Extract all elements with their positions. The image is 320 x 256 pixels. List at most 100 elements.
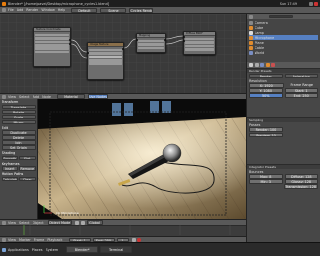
mesh-icon (249, 35, 253, 40)
outliner-item[interactable]: World (249, 50, 318, 55)
timeline-ruler (0, 225, 246, 235)
output-socket[interactable] (122, 48, 125, 51)
lamp-icon (249, 30, 253, 35)
output-socket[interactable] (164, 39, 167, 42)
resolution-y-field[interactable]: Y: 1080 (249, 88, 283, 93)
node-diffuse-bsdf[interactable]: Diffuse BSDF (182, 31, 216, 55)
set-origin-button[interactable]: Set Origin (1, 145, 36, 150)
animation-button[interactable]: Animation (284, 73, 318, 79)
rendered-scene (38, 99, 246, 219)
pivot-icon[interactable] (80, 220, 85, 225)
3d-view-icon[interactable] (2, 220, 6, 225)
render-button[interactable]: Render (249, 73, 283, 79)
window-light (112, 103, 121, 116)
view3d-menu-select[interactable]: Select (19, 221, 29, 225)
passes-label: Passes (249, 122, 261, 127)
clear-paths-button[interactable]: Clear (19, 176, 36, 181)
properties-editor: Render Presets Render Animation Resoluti… (246, 62, 320, 242)
join-button[interactable]: Join (1, 140, 36, 145)
menu-add[interactable]: Add (17, 8, 24, 12)
node-image-texture[interactable]: Image Texture (86, 42, 125, 80)
node-menu-select[interactable]: Select (19, 95, 29, 99)
frame-range-label: Frame Range (290, 83, 313, 88)
insert-keyframe-button[interactable]: Insert (1, 166, 18, 171)
translate-button[interactable]: Translate (1, 104, 36, 109)
flat-button[interactable]: Flat (19, 155, 36, 160)
view3d-menu-object[interactable]: Object (33, 221, 44, 225)
node-mapping[interactable]: Mapping (135, 33, 167, 53)
tool-section-transform: Transform (1, 100, 19, 104)
taskbar-places[interactable]: Places (32, 248, 43, 252)
clock: Sun 17:49 (279, 1, 297, 6)
menu-window[interactable]: Window (41, 8, 54, 12)
render-tab-icon[interactable] (249, 63, 253, 67)
taskbar-system[interactable]: System (46, 248, 59, 252)
node-menu-node[interactable]: Node (42, 95, 51, 99)
outliner-icon[interactable] (249, 14, 253, 19)
layout-selector[interactable]: Default (71, 7, 98, 13)
rotate-button[interactable]: Rotate (1, 109, 36, 114)
diffuse-bounces-field[interactable]: Diffuse: 128 (284, 174, 318, 179)
shading-icon[interactable] (74, 220, 79, 225)
mesh-icon (249, 25, 253, 30)
glossy-bounces-field[interactable]: Glossy: 128 (284, 179, 318, 184)
viewport-object-label: (1) Microphone (56, 211, 79, 215)
tool-shelf: Transform Translate Rotate Scale Mirror … (0, 99, 38, 219)
task-terminal[interactable]: Terminal (100, 246, 133, 253)
node-editor[interactable]: Texture Coordinate Image Texture Mapping… (0, 14, 246, 93)
os-top-bar: Blender* [/home/pavel/Desktop/microphone… (0, 0, 320, 7)
object-tab-icon[interactable] (265, 63, 270, 67)
resolution-percentage-field[interactable]: 50% (249, 93, 283, 98)
duplicate-button[interactable]: Duplicate (1, 130, 36, 135)
scene-selector[interactable]: Scene (100, 7, 127, 13)
output-socket[interactable] (69, 39, 72, 42)
3d-viewport[interactable]: (1) Microphone (38, 99, 246, 219)
outliner: Camera Cube Lamp Microphone Plane Cable … (246, 14, 320, 62)
menu-file[interactable]: File (8, 8, 14, 12)
menu-logo-icon[interactable] (2, 247, 6, 252)
frame-start-field[interactable]: Start: 1 (284, 88, 318, 93)
delete-button[interactable]: Delete (1, 135, 36, 140)
node-texture-coordinate[interactable]: Texture Coordinate (33, 27, 72, 67)
curve-icon (249, 45, 253, 50)
world-tab-icon[interactable] (260, 63, 264, 67)
os-taskbar: Applications Places System Blender* Term… (0, 242, 320, 256)
minimize-icon[interactable] (309, 1, 313, 6)
node-menu-view[interactable]: View (8, 95, 16, 99)
max-bounces-field[interactable]: Max: 8 (249, 174, 283, 179)
task-blender[interactable]: Blender* (66, 246, 99, 253)
scale-button[interactable]: Scale (1, 114, 36, 119)
view3d-menu-view[interactable]: View (8, 221, 16, 225)
render-passes-field[interactable]: Render: 100 (249, 127, 283, 132)
resolution-x-field[interactable]: X: 1920 (249, 83, 284, 88)
transmission-bounces-field[interactable]: Transmission: 128 (283, 184, 318, 189)
window-light (162, 101, 171, 113)
outliner-search[interactable] (269, 14, 293, 19)
preview-passes-field[interactable]: Preview: 10 (249, 132, 283, 137)
scene-tab-icon[interactable] (254, 63, 259, 67)
taskbar-applications[interactable]: Applications (8, 248, 29, 252)
frame-end-field[interactable]: End: 250 (284, 93, 318, 98)
menu-render[interactable]: Render (26, 8, 38, 12)
remove-keyframe-button[interactable]: Remove (19, 166, 36, 171)
material-tab-icon[interactable] (271, 63, 275, 67)
output-socket[interactable] (69, 43, 72, 46)
editor-type-icon[interactable] (2, 8, 6, 12)
window-light (150, 101, 159, 113)
timeline[interactable]: View Marker Frame Playback Start: 1 End:… (0, 225, 246, 243)
world-icon (249, 50, 253, 55)
mesh-icon (249, 40, 253, 45)
blender-info-header: File Add Render Window Help Default Scen… (0, 7, 320, 14)
menu-help[interactable]: Help (58, 8, 66, 12)
window-light (124, 103, 133, 116)
camera-icon (249, 20, 253, 25)
node-editor-icon[interactable] (2, 94, 6, 99)
close-icon[interactable] (314, 1, 318, 6)
smooth-button[interactable]: Smooth (1, 155, 18, 160)
node-menu-add[interactable]: Add (33, 95, 40, 99)
mirror-button[interactable]: Mirror (1, 119, 36, 124)
window-title: Blender* [/home/pavel/Desktop/microphone… (8, 1, 110, 6)
calculate-paths-button[interactable]: Calculate (1, 176, 18, 181)
render-engine-selector[interactable]: Cycles Render (129, 7, 154, 13)
min-bounces-field[interactable]: Min: 3 (249, 179, 283, 184)
